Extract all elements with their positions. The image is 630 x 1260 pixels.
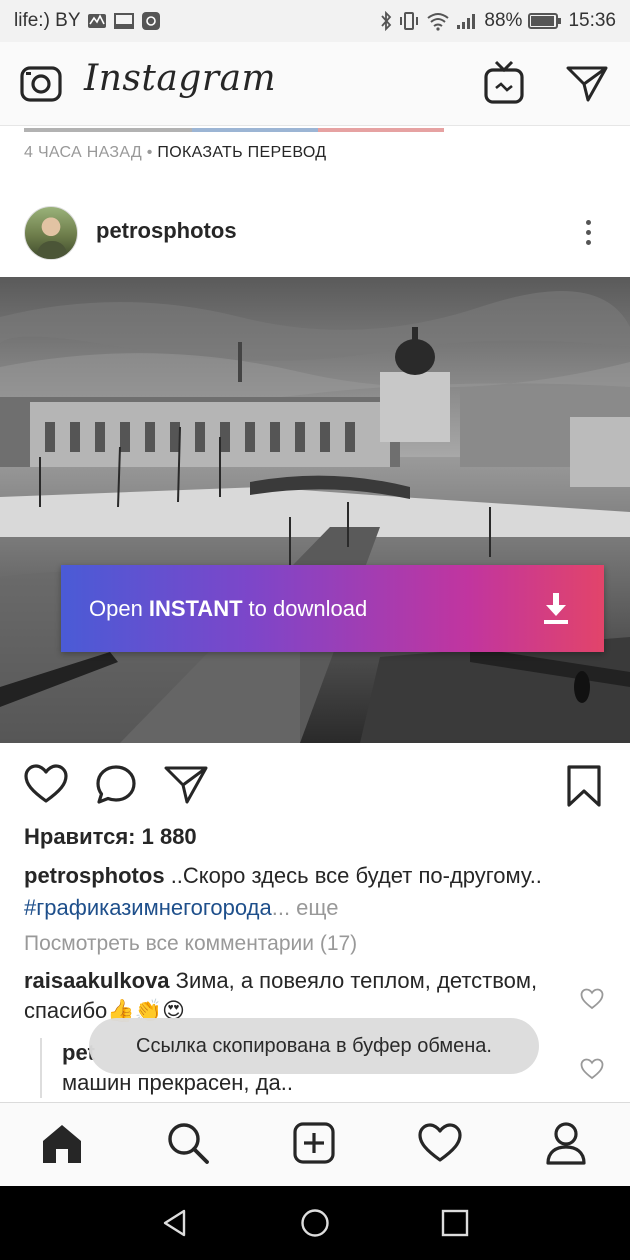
avatar[interactable] bbox=[24, 206, 78, 260]
comment-item: raisaakulkova Зима, а повеяло теплом, де… bbox=[24, 966, 564, 1026]
igtv-icon[interactable] bbox=[484, 60, 524, 106]
banner-brand: INSTANT bbox=[148, 595, 243, 621]
new-post-icon[interactable] bbox=[292, 1121, 336, 1165]
comment-username[interactable]: raisaakulkova bbox=[24, 968, 170, 993]
recent-apps-icon[interactable] bbox=[440, 1208, 470, 1238]
show-translation-link[interactable]: ПОКАЗАТЬ ПЕРЕВОД bbox=[157, 144, 326, 161]
heart-icon[interactable] bbox=[24, 764, 68, 804]
activity-icon bbox=[87, 14, 106, 28]
caption-text: ..Скоро здесь все будет по-другому.. bbox=[170, 863, 542, 888]
caption-username[interactable]: petrosphotos bbox=[24, 863, 165, 888]
profile-icon[interactable] bbox=[544, 1121, 588, 1165]
download-banner-button[interactable]: Open INSTANT to download bbox=[61, 565, 604, 652]
battery-percent: 88% bbox=[484, 10, 523, 31]
wifi-icon bbox=[427, 13, 450, 31]
likes-count[interactable]: Нравится: 1 880 bbox=[24, 824, 197, 850]
carrier-label: life:) BY bbox=[14, 10, 81, 31]
bottom-tab-bar bbox=[0, 1102, 630, 1186]
battery-icon bbox=[528, 13, 562, 29]
download-icon bbox=[544, 593, 568, 624]
post-photo[interactable] bbox=[0, 277, 630, 743]
vibrate-icon bbox=[400, 12, 419, 30]
bluetooth-icon bbox=[381, 11, 392, 31]
app-header: Instagram bbox=[0, 42, 630, 126]
view-all-comments-link[interactable]: Посмотреть все комментарии (17) bbox=[24, 932, 357, 956]
signal-icon bbox=[457, 14, 476, 29]
post-actions bbox=[0, 760, 630, 812]
home-button-icon[interactable] bbox=[300, 1208, 330, 1238]
app-logo: Instagram bbox=[84, 58, 277, 99]
app-notification-icon bbox=[141, 12, 160, 30]
share-icon[interactable] bbox=[164, 764, 208, 804]
clipboard-toast: Ссылка скопирована в буфер обмена. bbox=[89, 1018, 539, 1074]
comment-like-icon[interactable] bbox=[580, 988, 604, 1010]
banner-prefix: Open bbox=[89, 595, 143, 621]
separator: • bbox=[146, 144, 153, 161]
banner-suffix: to download bbox=[248, 595, 368, 621]
comment-icon[interactable] bbox=[95, 764, 137, 806]
status-bar: life:) BY 88% 15:36 bbox=[0, 0, 630, 42]
screen-icon bbox=[113, 13, 134, 29]
bookmark-icon[interactable] bbox=[566, 764, 602, 808]
post-username[interactable]: petrosphotos bbox=[96, 218, 237, 244]
reply-like-icon[interactable] bbox=[580, 1058, 604, 1080]
system-navigation-bar bbox=[0, 1186, 630, 1260]
time-ago: 4 ЧАСА НАЗАД bbox=[24, 144, 142, 161]
previous-post-timestamp: 4 ЧАСА НАЗАД • ПОКАЗАТЬ ПЕРЕВОД bbox=[24, 144, 326, 162]
back-icon[interactable] bbox=[160, 1208, 190, 1238]
caption-more-link[interactable]: ... еще bbox=[272, 895, 339, 920]
camera-icon[interactable] bbox=[20, 64, 62, 104]
hashtag-link[interactable]: #графиказимнегогорода bbox=[24, 895, 272, 920]
direct-message-icon[interactable] bbox=[566, 64, 608, 102]
city-photo-image bbox=[0, 277, 630, 743]
more-options-icon[interactable] bbox=[574, 212, 602, 252]
activity-heart-icon[interactable] bbox=[418, 1121, 462, 1165]
post-header: petrosphotos bbox=[0, 200, 630, 276]
search-icon[interactable] bbox=[166, 1121, 210, 1165]
previous-comment-cutoff bbox=[24, 128, 444, 134]
post-caption: petrosphotos ..Скоро здесь все будет по-… bbox=[24, 860, 614, 924]
clock: 15:36 bbox=[568, 10, 616, 31]
home-icon[interactable] bbox=[40, 1121, 84, 1165]
